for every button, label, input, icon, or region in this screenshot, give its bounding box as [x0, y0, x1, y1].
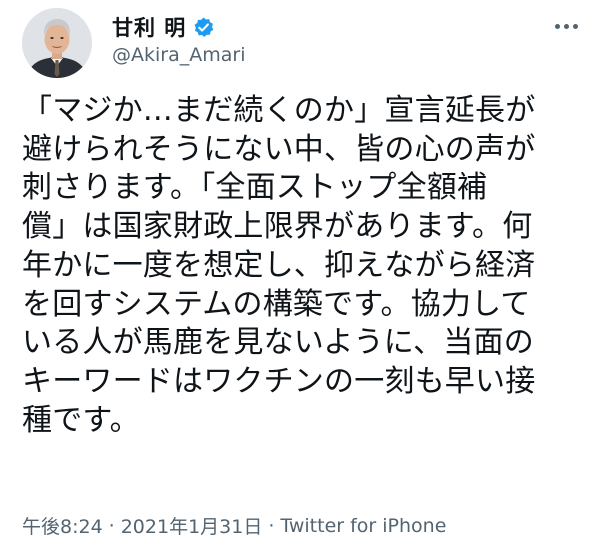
tweet-text-line: いる人が馬鹿を見ないように、当面の: [22, 325, 534, 361]
more-horizontal-icon-dot: [572, 23, 578, 29]
tweet-metadata: 午後8:24 · 2021年1月31日 · Twitter for iPhone: [22, 512, 446, 539]
tweet-time[interactable]: 午後8:24: [22, 512, 103, 539]
author-info: 甘利 明 @Akira_Amari: [112, 12, 245, 66]
verified-badge-icon: [192, 16, 215, 39]
meta-separator: ·: [108, 514, 115, 537]
tweet-source-link[interactable]: Twitter for iPhone: [280, 515, 446, 537]
tweet-text-line: 刺さります。「全面ストップ全額補: [22, 170, 488, 206]
tweet-text-line: 種です。: [22, 402, 140, 438]
tweet-text-line: 償」は国家財政上限界があります。何: [22, 209, 533, 245]
author-display-name[interactable]: 甘利 明: [112, 12, 186, 42]
tweet-text: 「マジか…まだ続くのか」宣言延長が 避けられそうにない中、皆の心の声が 刺さりま…: [22, 92, 582, 440]
tweet-text-line: 年かに一度を想定し、抑えながら経済: [22, 247, 536, 283]
tweet-text-line: 避けられそうにない中、皆の心の声が: [22, 131, 536, 167]
tweet-date[interactable]: 2021年1月31日: [121, 512, 263, 539]
author-avatar[interactable]: [22, 8, 92, 78]
tweet-text-line: キーワードはワクチンの一刻も早い接: [22, 363, 536, 399]
profile-photo-icon: [22, 8, 92, 78]
more-horizontal-icon: [554, 23, 560, 29]
tweet-text-line: を回すシステムの構築です。協力して: [22, 286, 531, 322]
author-handle[interactable]: @Akira_Amari: [112, 44, 245, 66]
more-horizontal-icon-dot: [563, 23, 569, 29]
author-name-row: 甘利 明: [112, 12, 245, 42]
meta-separator: ·: [268, 514, 275, 537]
more-options-button[interactable]: [548, 14, 584, 38]
tweet-text-line: 「マジか…まだ続くのか」宣言延長が: [22, 93, 536, 128]
tweet-card: 甘利 明 @Akira_Amari 「マジか…まだ続くのか」宣言延長が 避けられ…: [0, 0, 600, 545]
